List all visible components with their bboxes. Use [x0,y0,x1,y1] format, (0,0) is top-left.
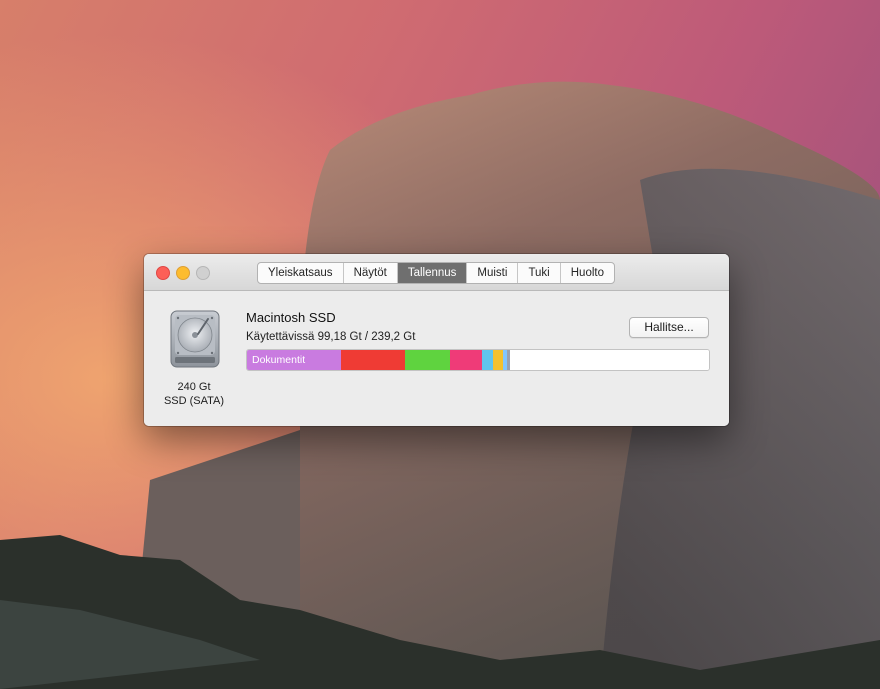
title-bar[interactable]: Yleiskatsaus Näytöt Tallennus Muisti Tuk… [144,254,729,291]
storage-segment-pink-category [449,350,482,370]
disk-type: SSD (SATA) [163,395,225,407]
about-this-mac-window: Yleiskatsaus Näytöt Tallennus Muisti Tuk… [144,254,729,426]
tab-displays[interactable]: Näytöt [344,263,398,283]
minimize-button[interactable] [176,266,190,280]
tab-service[interactable]: Huolto [561,263,614,283]
storage-segment-available-space [510,350,709,370]
hard-drive-icon [168,309,222,369]
storage-segment-yellow-category [492,350,503,370]
close-button[interactable] [156,266,170,280]
tab-overview[interactable]: Yleiskatsaus [258,263,344,283]
storage-segment-green-category [404,350,450,370]
tab-memory[interactable]: Muisti [467,263,519,283]
storage-pane: 240 Gt SSD (SATA) Macintosh SSD Käytettä… [144,291,729,426]
disk-available-space: Käytettävissä 99,18 Gt / 239,2 Gt [246,331,416,343]
storage-segment-blue-category [481,350,493,370]
tab-support[interactable]: Tuki [518,263,561,283]
tab-bar: Yleiskatsaus Näytöt Tallennus Muisti Tuk… [257,262,615,284]
disk-name: Macintosh SSD [246,310,336,325]
tab-storage[interactable]: Tallennus [397,263,468,283]
disk-capacity: 240 Gt SSD (SATA) [144,380,244,408]
storage-usage-bar: Dokumentit [246,349,710,371]
disk-size: 240 Gt [177,381,211,393]
zoom-button[interactable] [196,266,210,280]
storage-segment-red-category [341,350,405,370]
storage-segment-label: Dokumentit [252,354,306,366]
manage-button[interactable]: Hallitse... [629,317,709,338]
storage-segment-documents: Dokumentit [247,350,342,370]
